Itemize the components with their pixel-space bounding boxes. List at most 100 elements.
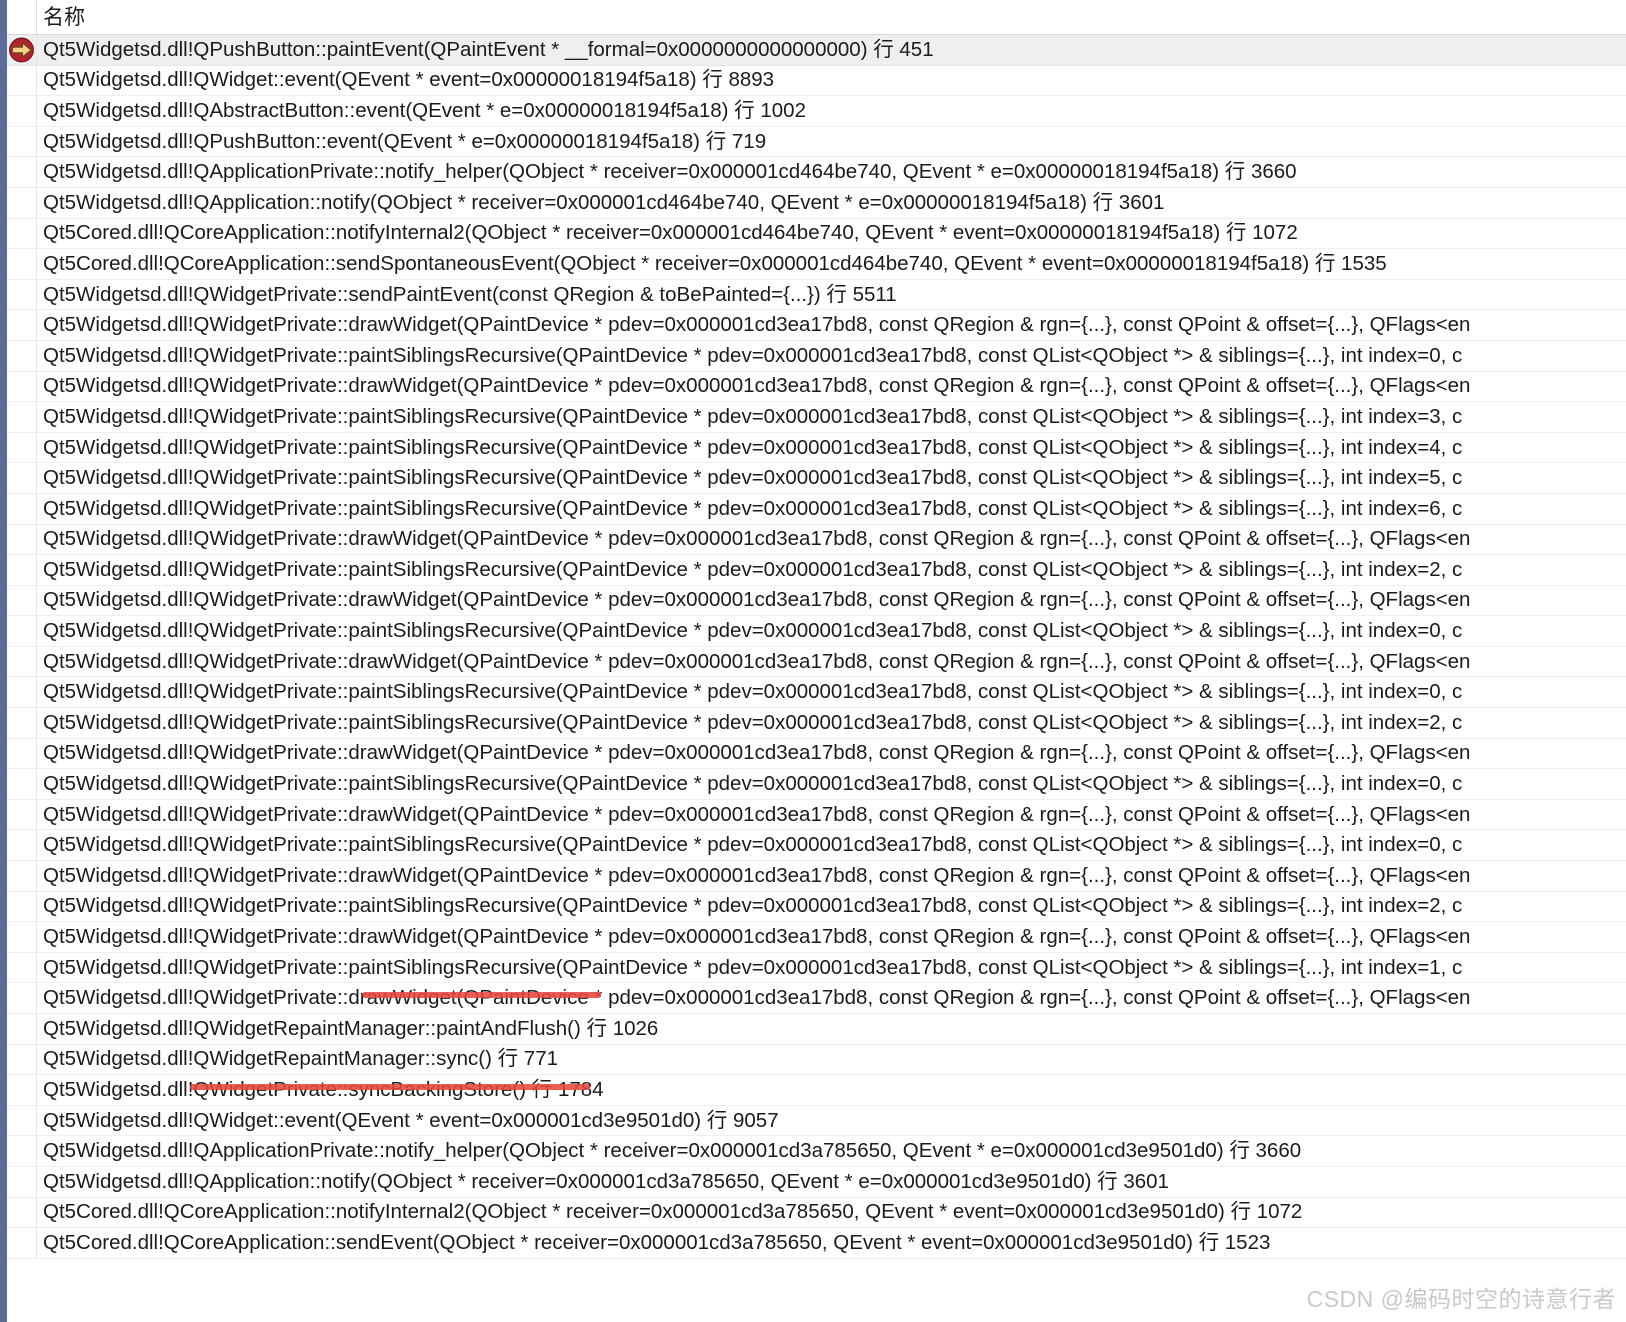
call-stack-row[interactable]: Qt5Widgetsd.dll!QWidgetPrivate::paintSib… <box>7 340 1626 372</box>
call-stack-frame-label: Qt5Widgetsd.dll!QWidgetRepaintManager::p… <box>43 1016 659 1040</box>
call-stack-row[interactable]: Qt5Widgetsd.dll!QWidgetRepaintManager::p… <box>7 1014 1626 1045</box>
call-stack-frame-label: Qt5Widgetsd.dll!QWidgetPrivate::paintSib… <box>43 680 1463 704</box>
row-gutter[interactable] <box>7 646 37 677</box>
call-stack-row[interactable]: Qt5Widgetsd.dll!QApplication::notify(QOb… <box>7 1166 1626 1198</box>
row-gutter[interactable] <box>7 1197 37 1228</box>
call-stack-row[interactable]: Qt5Widgetsd.dll!QWidgetPrivate::paintSib… <box>7 769 1626 800</box>
row-gutter[interactable] <box>7 157 37 187</box>
row-gutter[interactable] <box>7 310 37 340</box>
call-stack-row[interactable]: Qt5Widgetsd.dll!QWidgetPrivate::paintSib… <box>7 432 1626 464</box>
call-stack-row[interactable]: Qt5Widgetsd.dll!QApplicationPrivate::not… <box>7 1136 1626 1167</box>
call-stack-frame-label: Qt5Widgetsd.dll!QWidget::event(QEvent * … <box>43 68 775 92</box>
call-stack-row[interactable]: Qt5Widgetsd.dll!QWidgetPrivate::drawWidg… <box>7 524 1626 556</box>
row-gutter[interactable] <box>7 1166 37 1197</box>
call-stack-row[interactable]: Qt5Widgetsd.dll!QWidgetPrivate::drawWidg… <box>7 983 1626 1014</box>
call-stack-row[interactable]: Qt5Widgetsd.dll!QApplicationPrivate::not… <box>7 157 1626 188</box>
row-gutter[interactable] <box>7 371 37 402</box>
row-gutter[interactable] <box>7 1014 37 1044</box>
row-gutter[interactable] <box>7 35 37 65</box>
row-gutter[interactable] <box>7 1105 37 1136</box>
call-stack-row[interactable]: Qt5Widgetsd.dll!QWidgetPrivate::paintSib… <box>7 493 1626 525</box>
call-stack-row[interactable]: Qt5Widgetsd.dll!QWidgetPrivate::drawWidg… <box>7 310 1626 341</box>
call-stack-row[interactable]: Qt5Cored.dll!QCoreApplication::notifyInt… <box>7 218 1626 250</box>
call-stack-row[interactable]: Qt5Widgetsd.dll!QWidget::event(QEvent * … <box>7 1105 1626 1137</box>
call-stack-frame-label: Qt5Widgetsd.dll!QWidgetPrivate::paintSib… <box>43 343 1463 367</box>
row-gutter[interactable] <box>7 432 37 463</box>
call-stack-row[interactable]: Qt5Widgetsd.dll!QWidgetRepaintManager::s… <box>7 1044 1626 1076</box>
call-stack-row[interactable]: Qt5Widgetsd.dll!QWidgetPrivate::drawWidg… <box>7 799 1626 831</box>
call-stack-row[interactable]: Qt5Widgetsd.dll!QWidgetPrivate::paintSib… <box>7 555 1626 586</box>
call-stack-row[interactable]: Qt5Widgetsd.dll!QPushButton::event(QEven… <box>7 126 1626 158</box>
call-stack-frame-label: Qt5Widgetsd.dll!QWidgetPrivate::drawWidg… <box>43 863 1471 887</box>
call-stack-row[interactable]: Qt5Widgetsd.dll!QApplication::notify(QOb… <box>7 187 1626 219</box>
row-gutter[interactable] <box>7 708 37 738</box>
call-stack-frame-label: Qt5Widgetsd.dll!QWidgetPrivate::drawWidg… <box>43 374 1471 398</box>
call-stack-frame-label: Qt5Widgetsd.dll!QApplicationPrivate::not… <box>43 160 1297 184</box>
row-gutter[interactable] <box>7 1136 37 1166</box>
call-stack-row[interactable]: Qt5Widgetsd.dll!QWidgetPrivate::drawWidg… <box>7 371 1626 403</box>
row-gutter[interactable] <box>7 799 37 830</box>
row-gutter[interactable] <box>7 340 37 371</box>
call-stack-row-current[interactable]: Qt5Widgetsd.dll!QPushButton::paintEvent(… <box>7 35 1626 66</box>
row-gutter[interactable] <box>7 524 37 555</box>
call-stack-row[interactable]: Qt5Widgetsd.dll!QWidgetPrivate::drawWidg… <box>7 861 1626 892</box>
row-gutter[interactable] <box>7 126 37 157</box>
row-gutter[interactable] <box>7 983 37 1013</box>
call-stack-row[interactable]: Qt5Widgetsd.dll!QWidgetPrivate::paintSib… <box>7 677 1626 709</box>
column-header-name[interactable]: 名称 <box>37 0 1626 35</box>
call-stack-frame-label: Qt5Widgetsd.dll!QWidgetPrivate::paintSib… <box>43 435 1463 459</box>
call-stack-frame-label: Qt5Widgetsd.dll!QWidget::event(QEvent * … <box>43 1108 779 1132</box>
row-gutter[interactable] <box>7 616 37 646</box>
row-gutter[interactable] <box>7 463 37 493</box>
call-stack-row[interactable]: Qt5Widgetsd.dll!QWidgetPrivate::paintSib… <box>7 402 1626 433</box>
call-stack-row[interactable]: Qt5Cored.dll!QCoreApplication::sendEvent… <box>7 1228 1626 1259</box>
row-gutter[interactable] <box>7 218 37 249</box>
row-gutter[interactable] <box>7 952 37 983</box>
call-stack-row[interactable]: Qt5Widgetsd.dll!QWidgetPrivate::drawWidg… <box>7 585 1626 617</box>
row-gutter[interactable] <box>7 65 37 96</box>
call-stack-row[interactable]: Qt5Cored.dll!QCoreApplication::sendSpont… <box>7 249 1626 280</box>
row-gutter[interactable] <box>7 555 37 585</box>
row-gutter[interactable] <box>7 493 37 524</box>
call-stack-frame-label: Qt5Widgetsd.dll!QWidgetRepaintManager::s… <box>43 1047 559 1071</box>
row-gutter[interactable] <box>7 96 37 126</box>
call-stack-row[interactable]: Qt5Widgetsd.dll!QWidgetPrivate::paintSib… <box>7 708 1626 739</box>
call-stack-row[interactable]: Qt5Widgetsd.dll!QWidgetPrivate::drawWidg… <box>7 922 1626 953</box>
call-stack-row[interactable]: Qt5Widgetsd.dll!QWidget::event(QEvent * … <box>7 65 1626 97</box>
column-header-name-label: 名称 <box>43 5 85 29</box>
row-gutter[interactable] <box>7 249 37 279</box>
call-stack-frame-label: Qt5Widgetsd.dll!QApplication::notify(QOb… <box>43 190 1165 214</box>
row-gutter[interactable] <box>7 1044 37 1075</box>
call-stack-row[interactable]: Qt5Widgetsd.dll!QWidgetPrivate::syncBack… <box>7 1075 1626 1106</box>
call-stack-row[interactable]: Qt5Widgetsd.dll!QWidgetPrivate::paintSib… <box>7 616 1626 647</box>
call-stack-frame-label: Qt5Widgetsd.dll!QApplicationPrivate::not… <box>43 1139 1302 1163</box>
call-stack-row[interactable]: Qt5Widgetsd.dll!QWidgetPrivate::paintSib… <box>7 952 1626 984</box>
row-gutter[interactable] <box>7 861 37 891</box>
call-stack-row[interactable]: Qt5Widgetsd.dll!QWidgetPrivate::drawWidg… <box>7 738 1626 770</box>
row-gutter[interactable] <box>7 1075 37 1105</box>
call-stack-frame-label: Qt5Widgetsd.dll!QWidgetPrivate::paintSib… <box>43 466 1463 490</box>
call-stack-row[interactable]: Qt5Widgetsd.dll!QWidgetPrivate::paintSib… <box>7 830 1626 862</box>
call-stack-frame-label: Qt5Widgetsd.dll!QWidgetPrivate::drawWidg… <box>43 925 1471 949</box>
call-stack-row[interactable]: Qt5Widgetsd.dll!QWidgetPrivate::drawWidg… <box>7 646 1626 678</box>
row-gutter[interactable] <box>7 677 37 708</box>
call-stack-row[interactable]: Qt5Widgetsd.dll!QWidgetPrivate::paintSib… <box>7 891 1626 923</box>
row-gutter[interactable] <box>7 769 37 799</box>
row-gutter[interactable] <box>7 738 37 769</box>
call-stack-frame-label: Qt5Widgetsd.dll!QAbstractButton::event(Q… <box>43 98 806 122</box>
row-gutter[interactable] <box>7 402 37 432</box>
row-gutter[interactable] <box>7 1228 37 1258</box>
call-stack-row[interactable]: Qt5Widgetsd.dll!QWidgetPrivate::sendPain… <box>7 279 1626 311</box>
row-gutter[interactable] <box>7 187 37 218</box>
row-gutter[interactable] <box>7 279 37 310</box>
call-stack-row[interactable]: Qt5Cored.dll!QCoreApplication::notifyInt… <box>7 1197 1626 1229</box>
call-stack-row[interactable]: Qt5Widgetsd.dll!QAbstractButton::event(Q… <box>7 96 1626 127</box>
call-stack-list[interactable]: Qt5Widgetsd.dll!QPushButton::paintEvent(… <box>7 35 1626 1322</box>
annotation-underline <box>362 992 601 998</box>
annotation-underline <box>190 1084 590 1090</box>
row-gutter[interactable] <box>7 585 37 616</box>
row-gutter[interactable] <box>7 922 37 952</box>
row-gutter[interactable] <box>7 830 37 861</box>
row-gutter[interactable] <box>7 891 37 922</box>
call-stack-row[interactable]: Qt5Widgetsd.dll!QWidgetPrivate::paintSib… <box>7 463 1626 494</box>
